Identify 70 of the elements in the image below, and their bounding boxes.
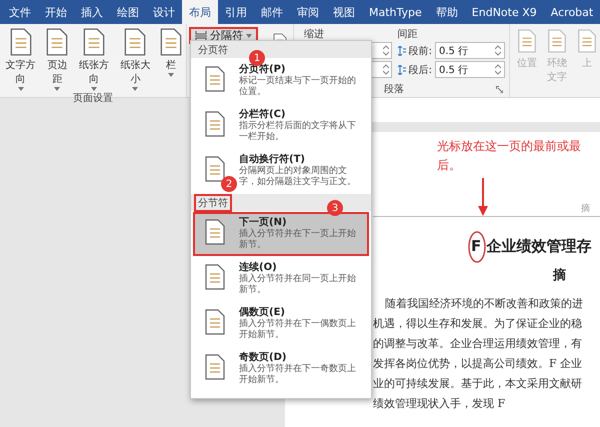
menu-item[interactable]: 下一页(N) 插入分节符并在下一页上开始新节。 (193, 212, 369, 256)
down-arrow-icon (478, 178, 488, 216)
spacing-field[interactable]: 0.5 行 (435, 61, 505, 78)
body-text-line: 绩效管理现状入手，发现 F (373, 396, 506, 412)
ribbon-tab[interactable]: 开始 (38, 0, 74, 24)
spacing-label: 间距 (398, 28, 419, 41)
page-icon (516, 27, 538, 55)
menu-item-description: 插入分节符并在同一页上开始新节。 (239, 274, 357, 296)
menu-section-header: 分节符 (194, 194, 232, 212)
body-text-line: 的调整与改革。企业合理运用绩效管理，有 (373, 336, 583, 352)
caret-icon (54, 87, 60, 91)
dialog-launcher-icon[interactable] (496, 86, 503, 92)
caret-icon (168, 73, 174, 77)
menu-item-title: 自动换行符(T) (239, 154, 306, 166)
body-text-line: 随着我国经济环境的不断改善和政策的进 (384, 296, 584, 312)
ribbon-tab[interactable]: 绘图 (110, 0, 146, 24)
menu-item-title: 下一页(N) (239, 217, 288, 228)
highlight-ellipse (468, 231, 486, 263)
ribbon-tab[interactable]: EndNote X9 (464, 0, 544, 24)
menu-item-title: 分栏符(C) (239, 109, 286, 120)
body-text-line: 机遇，得以生存和发展。为了保证企业的稳 (373, 316, 583, 332)
ribbon-button[interactable]: 纸张方向 (73, 24, 115, 91)
group-label: 页面设置 (73, 92, 113, 105)
group-label: 段落 (384, 82, 404, 96)
menu-item-description: 指示分栏符后面的文字将从下一栏开始。 (239, 121, 357, 143)
menu-section-header: 分页符 (197, 44, 229, 58)
menu-item-description: 插入分节符并在下一偶数页上开始新节。 (239, 319, 357, 341)
line-spacing-icon (398, 46, 406, 56)
ribbon-tab[interactable]: 审阅 (290, 0, 326, 24)
ribbon-button[interactable]: 文字方向 (0, 24, 42, 91)
caret-icon (132, 87, 138, 91)
menu-item-title: 奇数页(D) (239, 352, 288, 364)
ribbon-tab[interactable]: 视图 (326, 0, 362, 24)
menu-item-description: 分隔网页上的对象周围的文字，如分隔题注文字与正文。 (239, 166, 357, 188)
ribbon-tab[interactable]: MathType (362, 0, 429, 24)
ribbon-tab[interactable]: 文件 (2, 0, 38, 24)
spinner-icon[interactable] (382, 45, 389, 56)
page-icon (546, 27, 568, 55)
spinner-icon[interactable] (382, 64, 389, 75)
spinner-icon[interactable] (495, 64, 501, 75)
line-spacing-icon (398, 64, 406, 74)
menu-item-description: 插入分节符并在下一页上开始新节。 (239, 229, 357, 251)
menu-item-description: 标记一页结束与下一页开始的位置。 (239, 76, 357, 98)
ribbon-tab[interactable]: Acrobat (544, 0, 600, 24)
spinner-icon[interactable] (495, 45, 501, 56)
page-header-text: 摘 (581, 202, 590, 215)
ribbon-tab[interactable]: 帮助 (428, 0, 465, 24)
menu-item-title: 连续(O) (239, 262, 278, 274)
menu-item-description: 插入分节符并在下一奇数页上开始新节。 (239, 364, 357, 386)
ribbon-tab[interactable]: 插入 (74, 0, 110, 24)
annotation-note: 光标放在这一页的最前或最后。 (437, 138, 582, 174)
ribbon-button[interactable]: 页边距 (41, 24, 74, 91)
caret-icon (246, 34, 252, 38)
ribbon-button[interactable]: 纸张大小 (114, 24, 156, 91)
abstract-heading: 摘 (553, 266, 567, 284)
ribbon-tab[interactable]: 设计 (146, 0, 182, 24)
caret-icon (90, 87, 97, 91)
ribbon-tab[interactable]: 布局 (182, 0, 218, 24)
body-text-line: 业的可持续发展。基于此，本文采用文献研 (373, 376, 583, 392)
menu-item-title: 偶数页(E) (239, 307, 286, 318)
document-title: F 企业绩效管理存 (471, 237, 592, 256)
caret-icon (18, 87, 24, 91)
spacing-option-label: 段后: (408, 64, 432, 76)
body-text-line: 发挥各岗位优势，以提高公司绩效。F 企业 (373, 356, 584, 372)
indent-label: 缩进 (304, 28, 325, 41)
ribbon-tab[interactable]: 引用 (218, 0, 254, 24)
ribbon-tab[interactable]: 邮件 (254, 0, 290, 24)
spacing-option-label: 段前: (408, 44, 432, 58)
spacing-field[interactable]: 0.5 行 (435, 42, 505, 59)
ribbon-button[interactable]: 栏 (156, 24, 186, 91)
